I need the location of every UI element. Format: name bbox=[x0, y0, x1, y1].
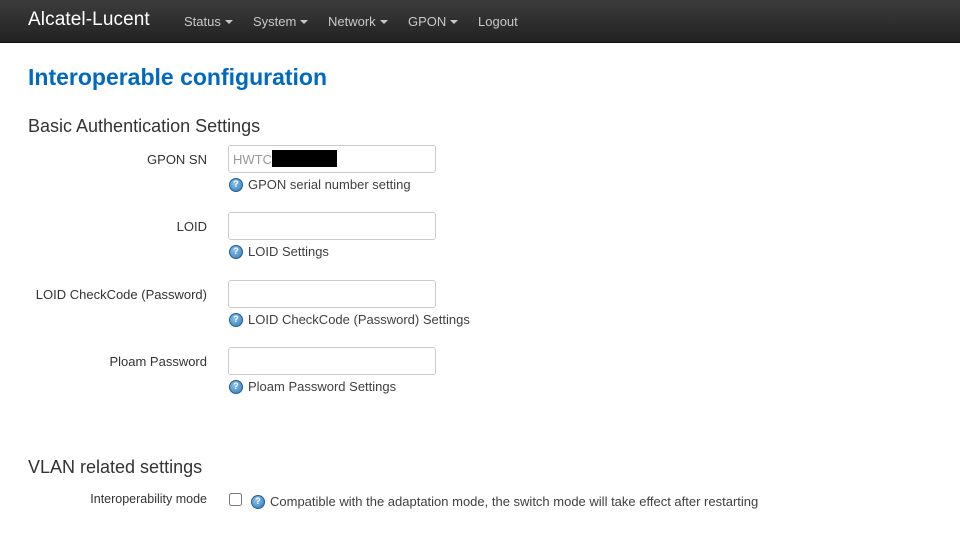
nav-network-label: Network bbox=[328, 14, 376, 29]
nav-status-label: Status bbox=[184, 14, 221, 29]
nav-network-menu[interactable]: Network bbox=[328, 14, 388, 29]
help-circle-icon: ? bbox=[229, 244, 243, 259]
nav-status-menu[interactable]: Status bbox=[184, 14, 233, 29]
page-title: Interoperable configuration bbox=[28, 64, 328, 90]
loid-checkcode-label: LOID CheckCode (Password) bbox=[35, 287, 207, 302]
help-circle-icon: ? bbox=[229, 379, 243, 394]
caret-down-icon bbox=[224, 20, 233, 24]
section-vlan-heading: VLAN related settings bbox=[28, 457, 203, 477]
caret-down-icon bbox=[379, 20, 388, 24]
gpon-sn-help: ? GPON serial number setting bbox=[229, 177, 411, 192]
loid-checkcode-input[interactable] bbox=[228, 280, 436, 308]
nav-system-label: System bbox=[253, 14, 297, 29]
top-navbar: Alcatel-Lucent Status System Network GPO… bbox=[0, 0, 960, 43]
ploam-password-help-text: Ploam Password Settings bbox=[248, 379, 397, 394]
interoperability-mode-help-text: Compatible with the adaptation mode, the… bbox=[270, 494, 759, 509]
help-circle-icon: ? bbox=[229, 312, 243, 327]
help-circle-icon: ? bbox=[229, 177, 243, 192]
brand-logo[interactable]: Alcatel-Lucent bbox=[28, 9, 150, 31]
loid-checkcode-help: ? LOID CheckCode (Password) Settings bbox=[229, 312, 470, 327]
loid-input[interactable] bbox=[228, 212, 436, 240]
nav-gpon-label: GPON bbox=[408, 14, 447, 29]
interoperability-mode-label: Interoperability mode bbox=[90, 492, 207, 506]
gpon-sn-help-text: GPON serial number setting bbox=[248, 177, 411, 192]
nav-logout-link[interactable]: Logout bbox=[478, 14, 518, 29]
nav-system-menu[interactable]: System bbox=[253, 14, 309, 29]
gpon-sn-label: GPON SN bbox=[147, 152, 207, 167]
caret-down-icon bbox=[300, 20, 309, 24]
section-basic-auth-heading: Basic Authentication Settings bbox=[28, 116, 261, 136]
ploam-password-label: Ploam Password bbox=[109, 354, 207, 369]
caret-down-icon bbox=[450, 20, 459, 24]
loid-checkcode-help-text: LOID CheckCode (Password) Settings bbox=[248, 312, 470, 327]
ploam-password-input[interactable] bbox=[228, 347, 436, 375]
loid-help: ? LOID Settings bbox=[229, 244, 329, 259]
loid-label: LOID bbox=[176, 219, 207, 234]
nav-gpon-menu[interactable]: GPON bbox=[408, 14, 459, 29]
ploam-password-help: ? Ploam Password Settings bbox=[229, 379, 396, 394]
redaction-block bbox=[272, 150, 337, 167]
interoperability-mode-checkbox[interactable] bbox=[229, 493, 242, 506]
interoperability-mode-help: ? Compatible with the adaptation mode, t… bbox=[251, 494, 758, 509]
help-circle-icon: ? bbox=[251, 494, 265, 509]
loid-help-text: LOID Settings bbox=[248, 244, 329, 259]
